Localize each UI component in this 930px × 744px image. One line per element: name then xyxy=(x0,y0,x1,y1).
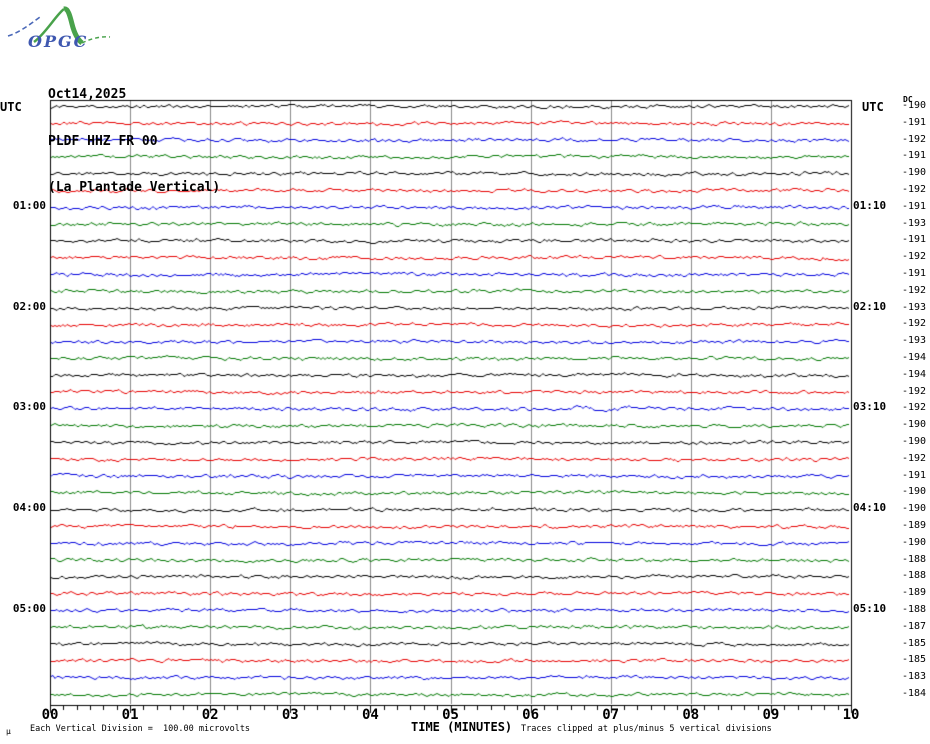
dc-value-label: -193 xyxy=(902,335,927,347)
left-time-label: 03:00 xyxy=(12,400,46,414)
dc-value-label: -192 xyxy=(902,284,927,296)
dc-value-label: -194 xyxy=(902,368,927,380)
dc-value-label: -191 xyxy=(902,469,927,481)
dc-value-label: -191 xyxy=(902,116,927,128)
left-time-label: 05:00 xyxy=(12,602,46,615)
dc-value-label: -190 xyxy=(902,486,927,498)
dc-value-label: -191 xyxy=(902,200,927,212)
x-tick-label: 06 xyxy=(522,707,540,723)
x-tick-label: 03 xyxy=(281,707,299,723)
x-tick-label: 10 xyxy=(842,707,860,723)
dc-value-label: -185 xyxy=(902,637,927,649)
dc-value-label: -190 xyxy=(902,167,927,179)
header-block: Oct14,2025 PLDF HHZ FR 00 (La Plantade V… xyxy=(48,56,220,227)
x-axis-title: TIME (MINUTES) xyxy=(411,720,513,734)
dc-value-label: -190 xyxy=(902,436,927,447)
dc-value-label: -184 xyxy=(902,688,927,699)
dc-value-label: -188 xyxy=(902,553,927,565)
dc-value-label: -189 xyxy=(902,520,927,531)
scale-note: Each Vertical Division = 100.00 microvol… xyxy=(30,724,251,734)
header-station: PLDF HHZ FR 00 xyxy=(48,133,158,149)
x-tick-label: 07 xyxy=(602,707,620,723)
x-tick-label: 04 xyxy=(361,707,379,723)
header-location: (La Plantade Vertical) xyxy=(48,180,221,195)
dc-value-label: -191 xyxy=(902,234,927,246)
dc-value-label: -192 xyxy=(902,402,927,414)
x-tick-label: 00 xyxy=(41,707,59,723)
right-time-label: 03:10 xyxy=(853,400,887,414)
dc-value-label: -192 xyxy=(902,385,927,397)
dc-value-label: -189 xyxy=(902,587,927,599)
dc-value-label: -191 xyxy=(902,150,927,162)
right-time-label: 05:10 xyxy=(853,602,887,615)
dc-value-label: -188 xyxy=(902,604,927,615)
utc-label-left: UTC xyxy=(0,100,22,114)
helicorder-page: OPGC Oct14,2025 PLDF HHZ FR 00 (La Plant… xyxy=(0,0,930,744)
left-time-label: 02:00 xyxy=(12,299,46,313)
dc-value-label: -190 xyxy=(902,503,927,515)
microvolt-glyph: μ xyxy=(6,727,11,736)
dc-value-label: -188 xyxy=(902,570,927,582)
dc-value-label: -185 xyxy=(902,654,927,666)
right-time-label: 04:10 xyxy=(853,501,887,515)
x-tick-label: 02 xyxy=(201,707,219,723)
header-date: Oct14,2025 xyxy=(48,87,127,102)
dc-value-label: -192 xyxy=(902,318,927,330)
dc-value-label: -191 xyxy=(902,268,927,279)
dc-value-label: -192 xyxy=(902,184,927,195)
dc-value-label: -193 xyxy=(902,217,927,229)
left-time-label: 04:00 xyxy=(12,501,46,515)
left-time-label: 01:00 xyxy=(12,198,46,212)
utc-label-right: UTC xyxy=(862,100,884,114)
right-time-label: 02:10 xyxy=(853,299,887,313)
x-tick-label: 08 xyxy=(682,707,700,723)
x-tick-label: 09 xyxy=(762,707,780,723)
dc-value-label: -192 xyxy=(902,452,927,464)
dc-value-label: -194 xyxy=(902,352,927,363)
dc-value-label: -183 xyxy=(902,671,927,683)
x-tick-label: 01 xyxy=(121,707,139,723)
dc-value-label: -193 xyxy=(902,301,927,313)
dc-value-label: -192 xyxy=(902,251,927,263)
dc-value-label: -190 xyxy=(902,419,927,431)
dc-value-label: -192 xyxy=(902,133,927,145)
dc-value-label: -187 xyxy=(902,620,927,632)
dc-value-label: -190 xyxy=(902,100,927,111)
clip-note: Traces clipped at plus/minus 5 vertical … xyxy=(521,724,772,734)
opgc-logo-text: OPGC xyxy=(28,32,89,51)
opgc-logo: OPGC xyxy=(4,2,124,54)
right-time-label: 01:10 xyxy=(853,198,887,212)
dc-value-label: -190 xyxy=(902,536,927,548)
